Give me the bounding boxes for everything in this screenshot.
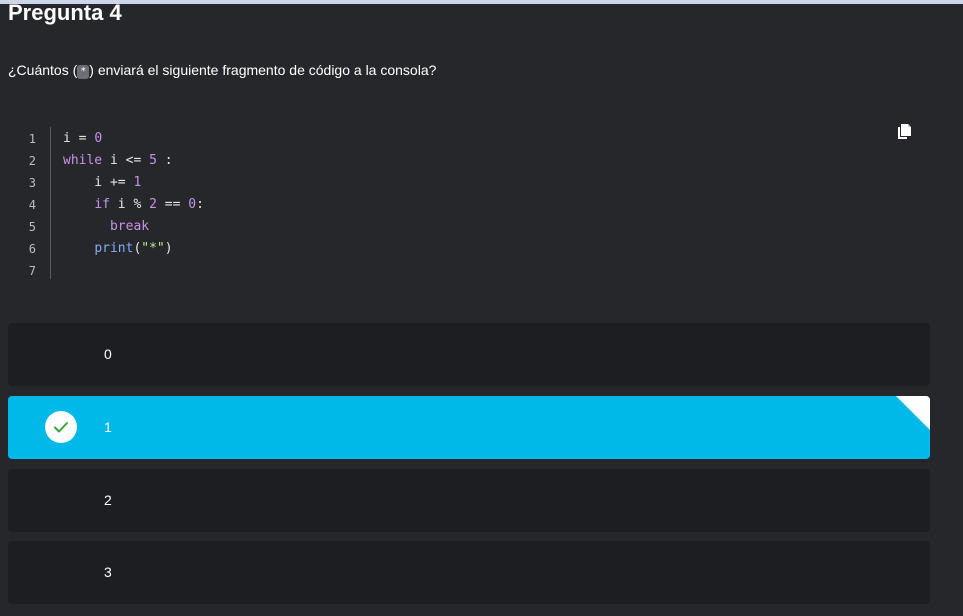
code-line: while i <= 5 : [63, 150, 173, 172]
question-text-after: ) enviará el siguiente fragmento de códi… [89, 62, 437, 78]
selected-corner-flag [896, 396, 930, 430]
line-number: 4 [28, 198, 36, 212]
code-token: "*" [141, 241, 165, 256]
code-token: 0 [94, 131, 103, 146]
page-title: Pregunta 4 [8, 0, 122, 25]
check-icon [45, 411, 77, 443]
code-token: i % [109, 197, 150, 212]
copy-icon [898, 124, 911, 139]
question-text-before: ¿Cuántos ( [8, 62, 78, 78]
code-token: ) [164, 241, 173, 256]
code-token: : [156, 153, 173, 168]
copy-code-button[interactable] [894, 122, 914, 142]
answer-option-0[interactable]: 0 [8, 323, 930, 386]
code-token: while [63, 153, 103, 168]
code-block: 1 2 3 4 5 6 7 i = 0 while i <= 5 : i += … [14, 127, 914, 282]
line-number: 7 [28, 264, 36, 278]
answer-option-label: 0 [104, 346, 112, 362]
code-token: 5 [149, 153, 157, 168]
code-token: 0 [188, 197, 197, 212]
answer-option-label: 3 [104, 564, 112, 580]
code-token: == [156, 197, 189, 212]
code-token: i = [63, 131, 95, 146]
top-accent-bar [0, 0, 963, 4]
code-token: break [109, 219, 150, 234]
question-text: ¿Cuántos (*) enviará el siguiente fragme… [8, 61, 436, 79]
code-line: print("*") [63, 238, 173, 260]
line-number: 1 [28, 132, 36, 146]
code-token: 2 [149, 197, 157, 212]
code-line: i = 0 [63, 128, 102, 150]
code-line: i += 1 [63, 172, 141, 194]
line-number-gutter: 1 2 3 4 5 6 7 [14, 127, 51, 279]
line-number: 2 [28, 154, 36, 168]
line-number: 3 [28, 176, 36, 190]
answer-option-1[interactable]: 1 [8, 396, 930, 459]
code-line: if i % 2 == 0: [63, 194, 204, 216]
answer-option-2[interactable]: 2 [8, 469, 930, 532]
code-token: 1 [133, 175, 142, 190]
code-token: i += [63, 175, 134, 190]
code-line: break [63, 216, 149, 238]
inline-code-asterisk: * [77, 65, 90, 79]
code-token: : [196, 197, 204, 212]
code-token: if [94, 197, 110, 212]
code-token: i <= [102, 153, 150, 168]
answer-option-label: 2 [104, 492, 112, 508]
answer-option-label: 1 [104, 419, 112, 435]
code-token: print [94, 241, 134, 256]
answer-option-3[interactable]: 3 [8, 541, 930, 604]
line-number: 5 [28, 220, 36, 234]
line-number: 6 [28, 242, 36, 256]
